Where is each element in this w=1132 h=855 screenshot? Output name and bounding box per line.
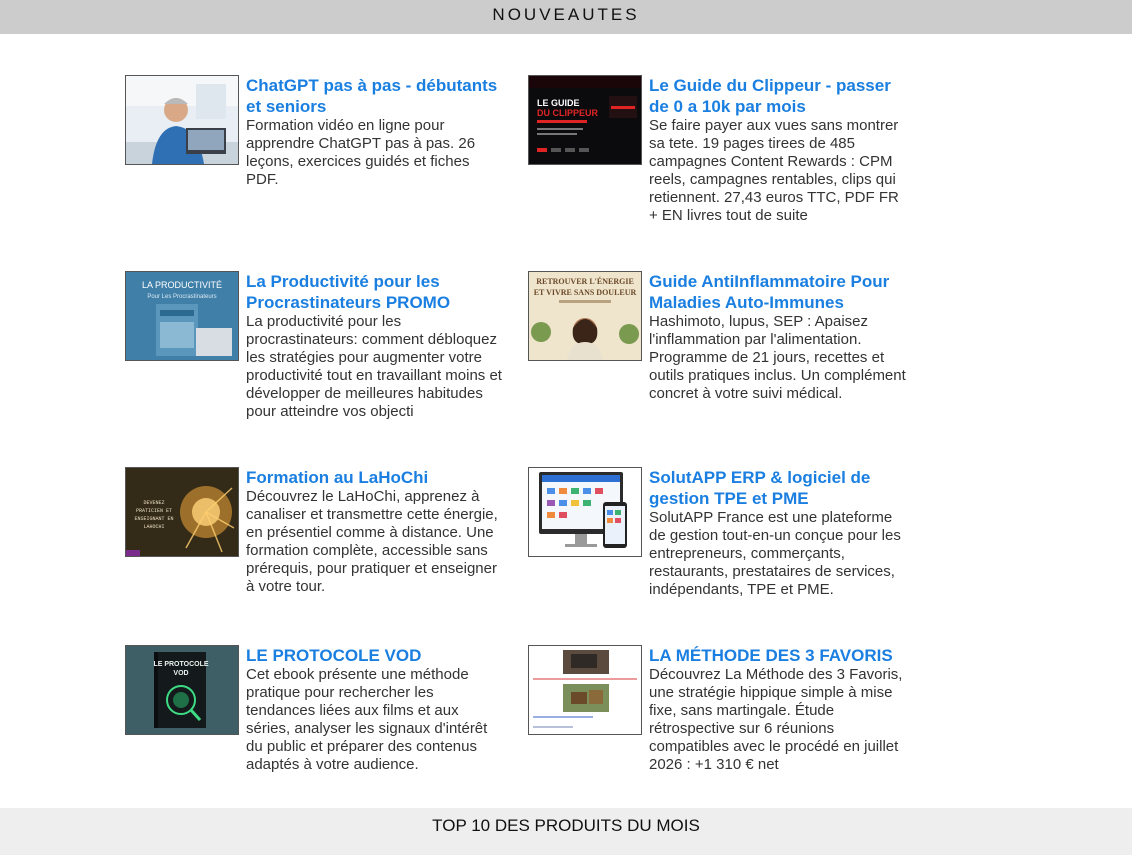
image-text: LAHOCHI	[143, 524, 164, 530]
image-text: Pour Les Procrastinateurs	[147, 294, 216, 300]
image-text: VOD	[173, 670, 188, 677]
product-title-link[interactable]: LE PROTOCOLE VOD	[246, 645, 504, 666]
product-title-link[interactable]: LA MÉTHODE DES 3 FAVORIS	[649, 645, 907, 666]
image-text: RETROUVER L'ÉNERGIE	[536, 276, 634, 286]
section-header-nouveautes: NOUVEAUTES	[0, 0, 1132, 34]
image-text: DU CLIPPEUR	[537, 108, 599, 118]
product-image: LA PRODUCTIVITÉ Pour Les Procrastinateur…	[126, 272, 238, 360]
product-thumbnail[interactable]	[528, 645, 642, 735]
product-image	[126, 76, 238, 164]
section-header-top10: TOP 10 DES PRODUITS DU MOIS	[0, 808, 1132, 855]
product-title-link[interactable]: La Productivité pour les Procrastinateur…	[246, 271, 504, 313]
product-thumbnail[interactable]	[125, 75, 239, 165]
image-text: ENSEIGNANT EN	[134, 516, 173, 522]
product-image	[529, 646, 641, 734]
product-thumbnail[interactable]: LE GUIDE DU CLIPPEUR	[528, 75, 642, 165]
product-title-link[interactable]: SolutAPP ERP & logiciel de gestion TPE e…	[649, 467, 907, 509]
product-description: Découvrez le LaHoChi, apprenez à canalis…	[246, 488, 498, 595]
product-image	[529, 468, 641, 556]
product-description: La productivité pour les procrastinateur…	[246, 313, 502, 420]
product-image: RETROUVER L'ÉNERGIE ET VIVRE SANS DOULEU…	[529, 272, 641, 360]
product-description: Découvrez La Méthode des 3 Favoris, une …	[649, 666, 903, 773]
product-thumbnail[interactable]	[528, 467, 642, 557]
product-title-link[interactable]: Formation au LaHoChi	[246, 467, 504, 488]
product-thumbnail[interactable]: LE PROTOCOLE VOD	[125, 645, 239, 735]
product-image: DEVENEZ PRATICIEN ET ENSEIGNANT EN LAHOC…	[126, 468, 238, 556]
product-description: Se faire payer aux vues sans montrer sa …	[649, 117, 899, 224]
product-description: Hashimoto, lupus, SEP : Apaisez l'inflam…	[649, 313, 906, 402]
product-image: LE PROTOCOLE VOD	[126, 646, 238, 734]
image-text: PRATICIEN ET	[136, 508, 172, 514]
image-text: LE GUIDE	[537, 98, 580, 108]
image-text: LA PRODUCTIVITÉ	[142, 280, 222, 290]
product-description: Formation vidéo en ligne pour apprendre …	[246, 117, 476, 188]
product-title-link[interactable]: ChatGPT pas à pas - débutants et seniors	[246, 75, 504, 117]
image-text: DEVENEZ	[143, 500, 164, 506]
product-image: LE GUIDE DU CLIPPEUR	[529, 76, 641, 164]
product-description: SolutAPP France est une plateforme de ge…	[649, 509, 901, 598]
product-description: Cet ebook présente une méthode pratique …	[246, 666, 488, 773]
product-title-link[interactable]: Guide AntiInflammatoire Pour Maladies Au…	[649, 271, 907, 313]
image-text: LE PROTOCOLE	[153, 661, 208, 668]
product-thumbnail[interactable]: DEVENEZ PRATICIEN ET ENSEIGNANT EN LAHOC…	[125, 467, 239, 557]
product-thumbnail[interactable]: RETROUVER L'ÉNERGIE ET VIVRE SANS DOULEU…	[528, 271, 642, 361]
image-text: ET VIVRE SANS DOULEUR	[534, 288, 637, 297]
product-title-link[interactable]: Le Guide du Clippeur - passer de 0 a 10k…	[649, 75, 907, 117]
product-thumbnail[interactable]: LA PRODUCTIVITÉ Pour Les Procrastinateur…	[125, 271, 239, 361]
